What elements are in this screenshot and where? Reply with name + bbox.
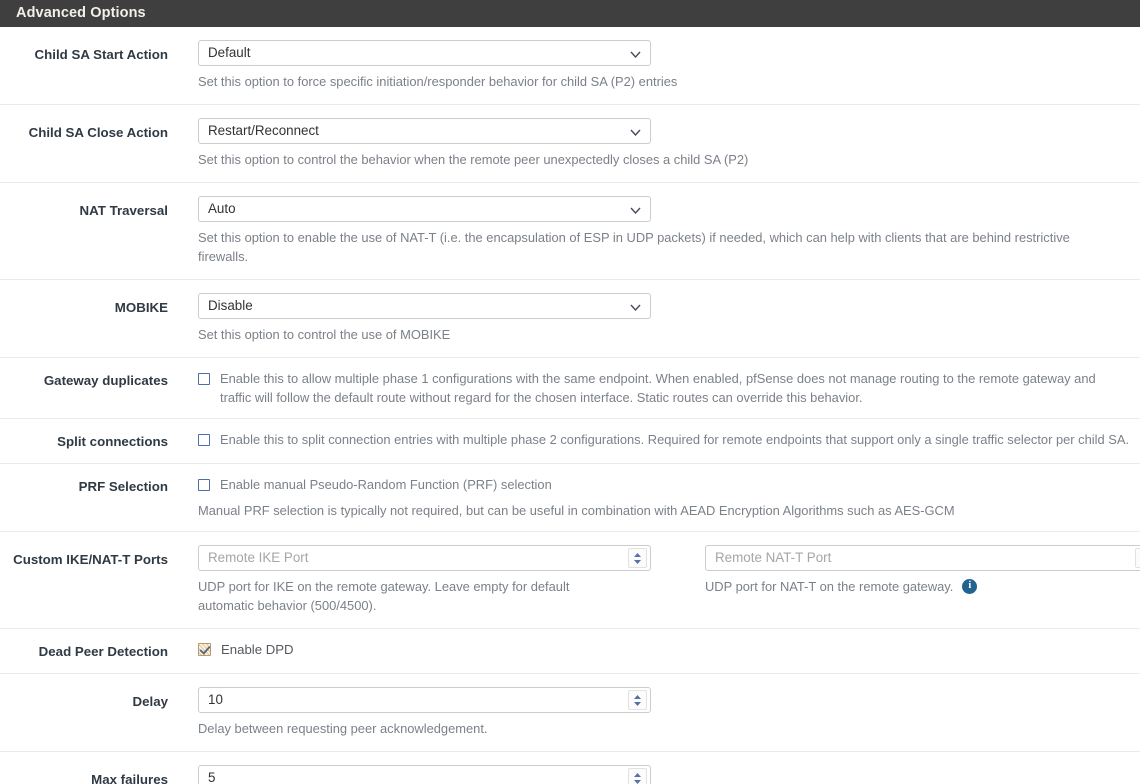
split-connections-checkbox[interactable] — [198, 434, 210, 446]
remote-natt-port-stepper[interactable] — [1135, 548, 1140, 568]
info-icon[interactable]: i — [962, 579, 977, 594]
ports-columns: Remote IKE Port UDP port for IKE on the … — [198, 545, 1132, 615]
help-remote-natt-port-line: UDP port for NAT-T on the remote gateway… — [705, 577, 1140, 596]
max-failures-value: 5 — [208, 770, 215, 784]
mobike-select[interactable]: Disable — [198, 293, 651, 319]
remote-natt-port-column: Remote NAT-T Port UDP port for NAT-T on … — [678, 545, 1140, 615]
form-row-split-connections: Split connections Enable this to split c… — [0, 419, 1140, 464]
form-row-max-failures: Max failures 5 Number of consecutive fai… — [0, 752, 1140, 784]
gateway-duplicates-checkbox-label[interactable]: Enable this to allow multiple phase 1 co… — [220, 369, 1110, 407]
form-row-prf-selection: PRF Selection Enable manual Pseudo-Rando… — [0, 464, 1140, 532]
label-dead-peer-detection: Dead Peer Detection — [0, 640, 168, 662]
remote-ike-port-placeholder: Remote IKE Port — [208, 550, 308, 565]
max-failures-input[interactable]: 5 — [198, 765, 651, 784]
label-prf-selection: PRF Selection — [0, 475, 168, 497]
nat-traversal-value: Auto — [208, 201, 236, 216]
gateway-duplicates-checkbox[interactable] — [198, 373, 210, 385]
delay-input[interactable]: 10 — [198, 687, 651, 713]
field-split-connections: Enable this to split connection entries … — [168, 430, 1140, 449]
label-mobike: MOBIKE — [0, 293, 168, 318]
delay-value: 10 — [208, 692, 223, 707]
mobike-value: Disable — [208, 298, 253, 313]
child-sa-close-action-select[interactable]: Restart/Reconnect — [198, 118, 651, 144]
panel-title: Advanced Options — [0, 0, 1140, 27]
field-dead-peer-detection: Enable DPD — [168, 640, 1140, 659]
child-sa-start-action-value: Default — [208, 45, 250, 60]
field-delay: 10 Delay between requesting peer acknowl… — [168, 687, 1140, 738]
chevron-down-icon — [630, 119, 641, 144]
gateway-duplicates-checkbox-line: Enable this to allow multiple phase 1 co… — [198, 369, 1132, 407]
form-row-custom-ike-natt-ports: Custom IKE/NAT-T Ports Remote IKE Port U… — [0, 532, 1140, 629]
form-row-child-sa-start-action: Child SA Start Action Default Set this o… — [0, 27, 1140, 105]
enable-dpd-label[interactable]: Enable DPD — [221, 640, 294, 659]
split-connections-checkbox-line: Enable this to split connection entries … — [198, 430, 1132, 449]
chevron-down-glyph — [630, 129, 641, 136]
stepper-arrows-icon — [633, 772, 642, 784]
label-child-sa-start-action: Child SA Start Action — [0, 40, 168, 65]
remote-ike-port-input[interactable]: Remote IKE Port — [198, 545, 651, 571]
remote-ike-port-column: Remote IKE Port UDP port for IKE on the … — [198, 545, 678, 615]
label-max-failures: Max failures — [0, 765, 168, 784]
nat-traversal-select[interactable]: Auto — [198, 196, 651, 222]
chevron-down-glyph — [630, 207, 641, 214]
field-nat-traversal: Auto Set this option to enable the use o… — [168, 196, 1140, 266]
chevron-down-icon — [630, 294, 641, 319]
label-child-sa-close-action: Child SA Close Action — [0, 118, 168, 143]
prf-selection-checkbox[interactable] — [198, 479, 210, 491]
max-failures-stepper[interactable] — [628, 768, 647, 784]
label-custom-ike-natt-ports: Custom IKE/NAT-T Ports — [0, 545, 168, 570]
form-row-nat-traversal: NAT Traversal Auto Set this option to en… — [0, 183, 1140, 280]
remote-ike-port-stepper[interactable] — [628, 548, 647, 568]
split-connections-checkbox-label[interactable]: Enable this to split connection entries … — [220, 430, 1129, 449]
chevron-down-glyph — [630, 304, 641, 311]
delay-stepper[interactable] — [628, 690, 647, 710]
remote-natt-port-input[interactable]: Remote NAT-T Port — [705, 545, 1140, 571]
field-prf-selection: Enable manual Pseudo-Random Function (PR… — [168, 475, 1140, 520]
form-row-child-sa-close-action: Child SA Close Action Restart/Reconnect … — [0, 105, 1140, 183]
form-row-delay: Delay 10 Delay between requesting peer a… — [0, 674, 1140, 752]
enable-dpd-checkbox[interactable] — [198, 643, 211, 656]
prf-selection-checkbox-label[interactable]: Enable manual Pseudo-Random Function (PR… — [220, 475, 552, 494]
form-row-dead-peer-detection: Dead Peer Detection Enable DPD — [0, 629, 1140, 674]
field-child-sa-start-action: Default Set this option to force specifi… — [168, 40, 1140, 91]
label-nat-traversal: NAT Traversal — [0, 196, 168, 221]
help-remote-ike-port: UDP port for IKE on the remote gateway. … — [198, 577, 618, 615]
stepper-arrows-icon — [633, 694, 642, 707]
stepper-arrows-icon — [633, 552, 642, 565]
child-sa-start-action-select[interactable]: Default — [198, 40, 651, 66]
help-prf-selection: Manual PRF selection is typically not re… — [198, 501, 1098, 520]
help-mobike: Set this option to control the use of MO… — [198, 325, 1132, 344]
child-sa-close-action-value: Restart/Reconnect — [208, 123, 319, 138]
field-custom-ike-natt-ports: Remote IKE Port UDP port for IKE on the … — [168, 545, 1140, 615]
label-delay: Delay — [0, 687, 168, 712]
form-row-gateway-duplicates: Gateway duplicates Enable this to allow … — [0, 358, 1140, 419]
help-child-sa-start-action: Set this option to force specific initia… — [198, 72, 1132, 91]
remote-natt-port-placeholder: Remote NAT-T Port — [715, 550, 831, 565]
field-max-failures: 5 Number of consecutive failures allowed… — [168, 765, 1140, 784]
help-delay: Delay between requesting peer acknowledg… — [198, 719, 1132, 738]
advanced-options-panel: Advanced Options Child SA Start Action D… — [0, 0, 1140, 784]
label-gateway-duplicates: Gateway duplicates — [0, 369, 168, 391]
prf-selection-checkbox-line: Enable manual Pseudo-Random Function (PR… — [198, 475, 1132, 494]
chevron-down-icon — [630, 197, 641, 222]
field-child-sa-close-action: Restart/Reconnect Set this option to con… — [168, 118, 1140, 169]
help-nat-traversal: Set this option to enable the use of NAT… — [198, 228, 1103, 266]
field-gateway-duplicates: Enable this to allow multiple phase 1 co… — [168, 369, 1140, 407]
dead-peer-detection-checkbox-line: Enable DPD — [198, 640, 1132, 659]
label-split-connections: Split connections — [0, 430, 168, 452]
help-remote-natt-port: UDP port for NAT-T on the remote gateway… — [705, 577, 953, 596]
chevron-down-glyph — [630, 51, 641, 58]
field-mobike: Disable Set this option to control the u… — [168, 293, 1140, 344]
help-child-sa-close-action: Set this option to control the behavior … — [198, 150, 1132, 169]
chevron-down-icon — [630, 41, 641, 66]
form-row-mobike: MOBIKE Disable Set this option to contro… — [0, 280, 1140, 358]
